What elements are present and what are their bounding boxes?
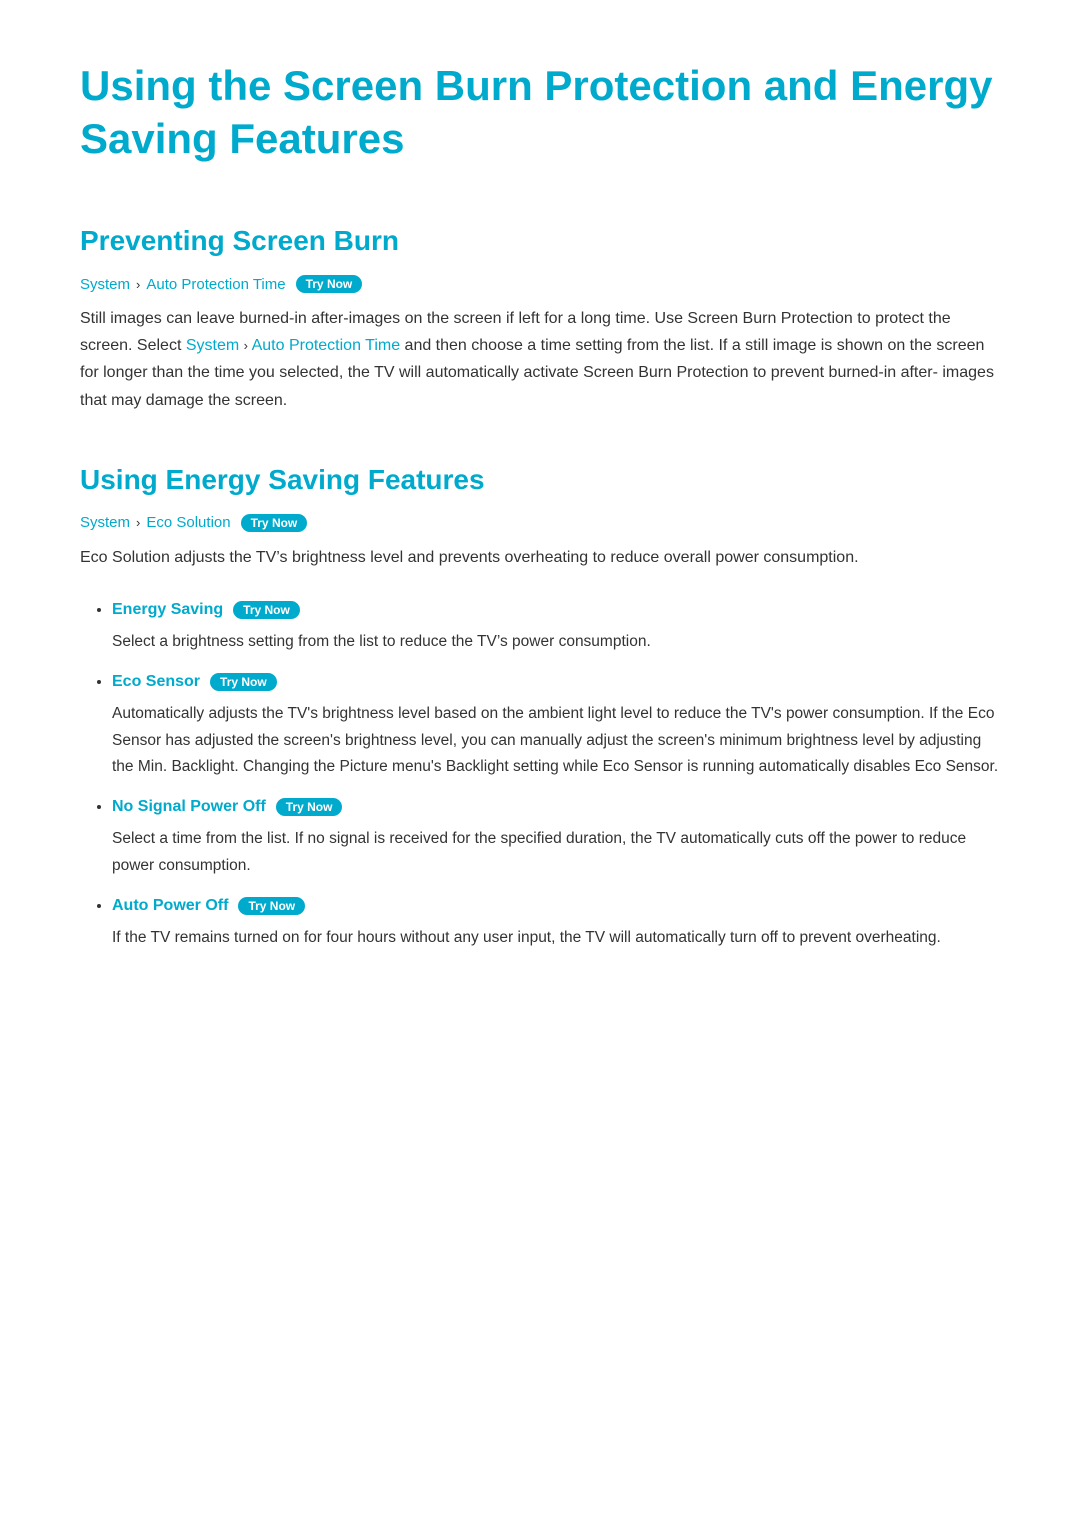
energy-saving-intro: Eco Solution adjusts the TV’s brightness… [80,544,1000,571]
try-now-badge-no-signal-power-off[interactable]: Try Now [276,798,343,816]
feature-desc-no-signal-power-off: Select a time from the list. If no signa… [112,826,1000,879]
link-eco-sensor-inline-2[interactable]: Eco Sensor [915,758,994,775]
feature-label-energy-saving: Energy Saving [112,601,223,619]
try-now-badge-auto-power-off[interactable]: Try Now [238,897,305,915]
feature-label-auto-power-off: Auto Power Off [112,897,228,915]
link-system-1[interactable]: System [186,337,239,354]
section-energy-saving: Using Energy Saving Features System › Ec… [80,464,1000,952]
section-preventing-screen-burn: Preventing Screen Burn System › Auto Pro… [80,225,1000,414]
feature-title-eco-sensor: Eco Sensor Try Now [112,673,277,691]
section-title-preventing-screen-burn: Preventing Screen Burn [80,225,1000,257]
try-now-badge-eco-sensor[interactable]: Try Now [210,673,277,691]
breadcrumb-preventing: System › Auto Protection Time Try Now [80,275,1000,293]
try-now-badge-energy-saving[interactable]: Try Now [233,601,300,619]
link-picture[interactable]: Picture [339,758,387,775]
preventing-screen-burn-body: Still images can leave burned-in after-i… [80,305,1000,414]
feature-desc-energy-saving: Select a brightness setting from the lis… [112,629,1000,655]
feature-title-no-signal-power-off: No Signal Power Off Try Now [112,798,342,816]
link-auto-protection-time[interactable]: Auto Protection Time [252,337,401,354]
feature-label-no-signal-power-off: No Signal Power Off [112,798,266,816]
try-now-badge-1[interactable]: Try Now [296,275,363,293]
feature-desc-eco-sensor: Automatically adjusts the TV's brightnes… [112,701,1000,780]
feature-label-eco-sensor: Eco Sensor [112,673,200,691]
list-item-no-signal-power-off: No Signal Power Off Try Now Select a tim… [112,798,1000,879]
link-backlight[interactable]: Backlight [446,758,509,775]
list-item-energy-saving: Energy Saving Try Now Select a brightnes… [112,601,1000,655]
feature-list: Energy Saving Try Now Select a brightnes… [80,601,1000,951]
try-now-badge-2[interactable]: Try Now [241,514,308,532]
breadcrumb-system-2[interactable]: System [80,514,130,531]
list-item-auto-power-off: Auto Power Off Try Now If the TV remains… [112,897,1000,951]
link-eco-sensor-inline-1[interactable]: Eco Sensor [603,758,683,775]
link-min-backlight[interactable]: Min. Backlight [138,758,234,775]
breadcrumb-eco-solution[interactable]: Eco Solution [146,514,230,531]
feature-title-auto-power-off: Auto Power Off Try Now [112,897,305,915]
breadcrumb-auto-protection-time[interactable]: Auto Protection Time [146,276,285,293]
breadcrumb-system-1[interactable]: System [80,276,130,293]
chevron-icon-2: › [136,515,140,530]
feature-title-energy-saving: Energy Saving Try Now [112,601,300,619]
list-item-eco-sensor: Eco Sensor Try Now Automatically adjusts… [112,673,1000,780]
breadcrumb-energy: System › Eco Solution Try Now [80,514,1000,532]
page-title: Using the Screen Burn Protection and Ene… [80,60,1000,165]
section-title-energy-saving: Using Energy Saving Features [80,464,1000,496]
feature-desc-auto-power-off: If the TV remains turned on for four hou… [112,925,1000,951]
chevron-icon-1: › [136,277,140,292]
